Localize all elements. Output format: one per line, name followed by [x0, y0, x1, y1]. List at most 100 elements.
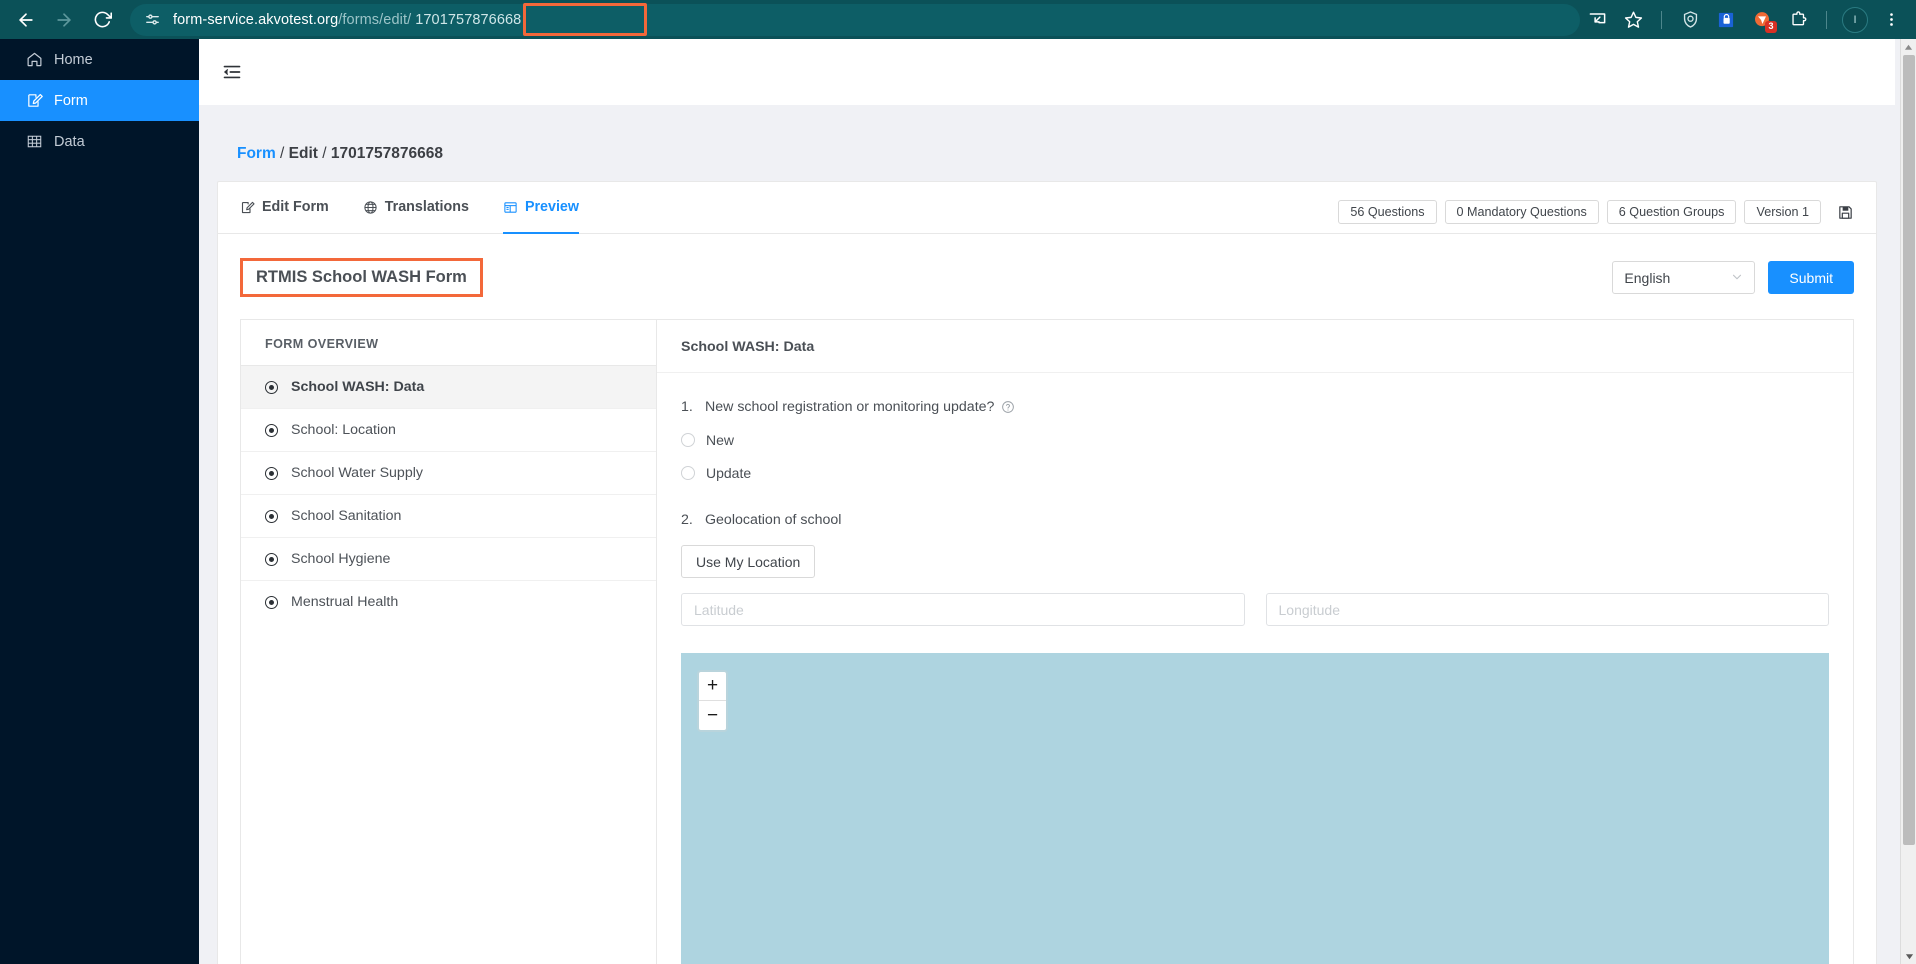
orange-extension-button[interactable]: 3: [1745, 4, 1779, 36]
edit-icon: [240, 200, 255, 215]
scroll-down-button[interactable]: [1901, 948, 1916, 964]
breadcrumb-sep-2: /: [317, 145, 331, 162]
radio-dot-icon: [265, 595, 278, 609]
browser-menu-button[interactable]: [1874, 4, 1908, 36]
tab-label: Edit Form: [262, 199, 329, 215]
question-2: 2. Geolocation of school: [681, 512, 1829, 528]
url-path: /forms/edit/: [338, 11, 412, 28]
question-1-number: 1.: [681, 399, 693, 415]
question-1-option-update[interactable]: Update: [681, 465, 1829, 481]
longitude-input[interactable]: [1265, 593, 1829, 626]
map-zoom-out-button[interactable]: −: [699, 701, 726, 730]
latlng-inputs: [681, 593, 1829, 626]
extensions-puzzle-icon: [1791, 11, 1806, 26]
question-group-title: School WASH: Data: [657, 320, 1853, 373]
url-id-highlight: [523, 2, 647, 36]
overview-item-school-location[interactable]: School: Location: [241, 408, 656, 451]
reload-button[interactable]: [84, 4, 120, 36]
overview-item-menstrual-health[interactable]: Menstrual Health: [241, 580, 656, 623]
form-title-highlight: RTMIS School WASH Form: [240, 258, 483, 297]
site-settings-icon[interactable]: [144, 11, 161, 28]
badge-version[interactable]: Version 1: [1744, 200, 1821, 224]
url-host: form-service.akvotest.org: [173, 11, 339, 28]
sidebar-item-label: Data: [54, 133, 85, 150]
latitude-input[interactable]: [681, 593, 1245, 626]
breadcrumb-section: Edit: [288, 145, 318, 162]
sidebar-item-data[interactable]: Data: [0, 121, 199, 162]
sidebar-item-label: Form: [54, 92, 88, 109]
sidebar-item-home[interactable]: Home: [0, 39, 199, 80]
tab-edit-form[interactable]: Edit Form: [240, 181, 329, 233]
main-content: Form / Edit / 1701757876668 Edit Form Tr…: [199, 39, 1895, 964]
location-map[interactable]: + −: [681, 653, 1829, 964]
overview-item-label: Menstrual Health: [291, 594, 399, 610]
cast-icon: [1589, 13, 1605, 24]
question-2-number: 2.: [681, 512, 693, 528]
scroll-up-button[interactable]: [1901, 39, 1916, 55]
language-select[interactable]: English: [1612, 261, 1756, 294]
browser-nav-buttons: [0, 4, 120, 36]
overview-item-school-hygiene[interactable]: School Hygiene: [241, 537, 656, 580]
option-label: New: [706, 432, 735, 448]
sidebar-item-label: Home: [54, 51, 93, 68]
arrow-left-icon: [19, 12, 33, 27]
form-header-actions: English Submit: [1612, 261, 1854, 294]
badge-question-groups[interactable]: 6 Question Groups: [1606, 200, 1737, 224]
radio-dot-icon: [265, 552, 278, 566]
radio-button-icon: [681, 466, 695, 480]
option-label: Update: [706, 465, 752, 481]
tab-label: Preview: [524, 199, 579, 215]
extensions-button[interactable]: [1781, 4, 1815, 36]
edit-form-icon: [25, 92, 43, 110]
extension-badge-count: 3: [1765, 20, 1777, 33]
tab-preview[interactable]: Preview: [502, 181, 580, 234]
submit-button[interactable]: Submit: [1768, 261, 1854, 294]
question-1-text: New school registration or monitoring up…: [705, 399, 995, 415]
forward-button[interactable]: [46, 4, 82, 36]
save-button[interactable]: [1837, 204, 1854, 221]
form-header: RTMIS School WASH Form English Submit: [218, 234, 1876, 297]
cast-button[interactable]: [1580, 4, 1614, 36]
question-1-option-new[interactable]: New: [681, 432, 1829, 448]
overview-item-school-water-supply[interactable]: School Water Supply: [241, 451, 656, 494]
app-sidebar: Home Form Data: [0, 39, 199, 964]
scroll-up-arrow-icon: [1904, 44, 1913, 50]
back-button[interactable]: [8, 4, 44, 36]
sidebar-item-form[interactable]: Form: [0, 80, 199, 121]
use-my-location-button[interactable]: Use My Location: [681, 545, 816, 578]
language-select-value: English: [1624, 269, 1671, 286]
breadcrumb-root[interactable]: Form: [237, 145, 276, 162]
tab-translations[interactable]: Translations: [363, 181, 469, 233]
map-zoom-in-button[interactable]: +: [699, 672, 726, 701]
browser-actions: 3 I: [1580, 4, 1916, 36]
overview-item-label: School WASH: Data: [291, 379, 425, 395]
breadcrumb-form-id: 1701757876668: [330, 145, 443, 162]
overview-item-school-wash-data[interactable]: School WASH: Data: [241, 365, 656, 408]
questions-body: 1. New school registration or monitoring…: [657, 373, 1853, 964]
browser-toolbar: form-service.akvotest.org/forms/edit/170…: [0, 0, 1916, 39]
overview-item-label: School Sanitation: [291, 508, 402, 524]
radio-dot-icon: [265, 380, 278, 394]
question-circle-icon[interactable]: [1001, 400, 1015, 414]
address-bar[interactable]: form-service.akvotest.org/forms/edit/170…: [130, 2, 1580, 36]
profile-button[interactable]: I: [1838, 4, 1872, 36]
badge-mandatory-questions[interactable]: 0 Mandatory Questions: [1444, 200, 1599, 224]
globe-icon: [363, 200, 378, 215]
map-zoom-controls: + −: [697, 670, 728, 732]
url-form-id: 1701757876668: [415, 11, 522, 28]
overview-item-school-sanitation[interactable]: School Sanitation: [241, 494, 656, 537]
overview-item-label: School: Location: [291, 422, 396, 438]
star-icon: [1624, 11, 1642, 28]
badge-questions[interactable]: 56 Questions: [1338, 200, 1437, 224]
page-scrollbar[interactable]: [1900, 39, 1916, 964]
overview-item-label: School Water Supply: [291, 465, 423, 481]
bookmark-button[interactable]: [1616, 4, 1650, 36]
tab-label: Translations: [384, 199, 469, 215]
tab-list: Edit Form Translations Preview: [240, 181, 580, 234]
menu-fold-button[interactable]: [212, 52, 252, 92]
password-manager-icon: [1718, 12, 1734, 27]
shield-extension-button[interactable]: [1673, 4, 1707, 36]
password-manager-button[interactable]: [1709, 4, 1743, 36]
scrollbar-thumb[interactable]: [1903, 55, 1915, 845]
questions-panel: School WASH: Data 1. New school registra…: [657, 320, 1853, 964]
